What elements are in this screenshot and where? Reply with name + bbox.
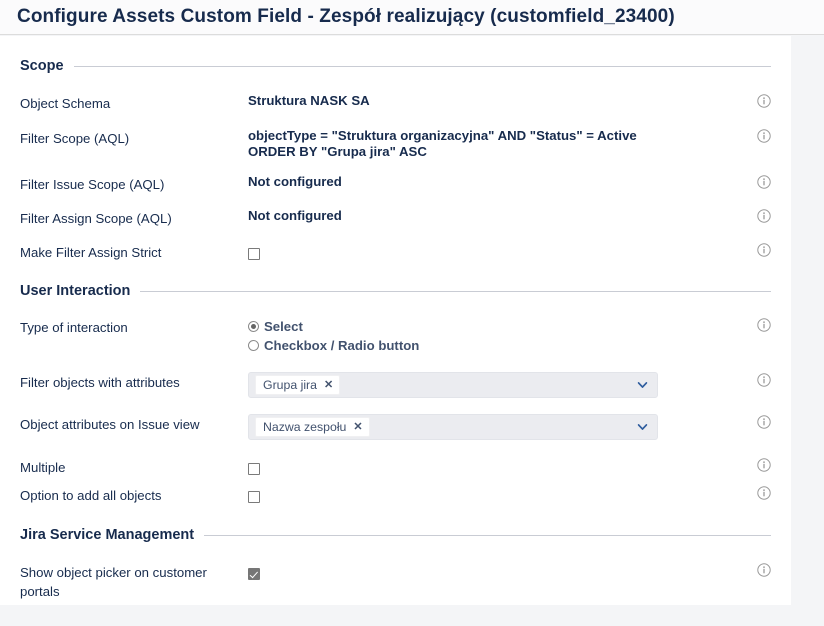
checkbox-show-object-picker[interactable] bbox=[248, 568, 260, 581]
section-header-scope: Scope bbox=[20, 58, 771, 74]
info-icon[interactable] bbox=[757, 209, 771, 223]
field-row-object-attributes-on-issue-view: Object attributes on Issue view Nazwa ze… bbox=[20, 414, 771, 440]
tag-label: Grupa jira bbox=[263, 378, 317, 392]
value-filter-issue-scope: Not configured bbox=[248, 174, 342, 189]
multiselect-object-attributes-on-issue-view[interactable]: Nazwa zespołu ✕ bbox=[248, 414, 658, 440]
section-title-jira-service-management: Jira Service Management bbox=[20, 527, 195, 543]
info-icon[interactable] bbox=[757, 373, 771, 387]
field-row-make-filter-assign-strict: Make Filter Assign Strict bbox=[20, 242, 771, 262]
label-filter-objects-with-attributes: Filter objects with attributes bbox=[20, 375, 180, 390]
tag-label: Nazwa zespołu bbox=[263, 420, 347, 434]
radio-label-checkbox-radio: Checkbox / Radio button bbox=[264, 338, 420, 353]
info-icon[interactable] bbox=[757, 175, 771, 189]
info-icon[interactable] bbox=[757, 415, 771, 429]
value-filter-scope: objectType = "Struktura organizacyjna" A… bbox=[248, 128, 637, 159]
info-icon[interactable] bbox=[757, 458, 771, 472]
section-title-scope: Scope bbox=[20, 58, 64, 74]
section-title-user-interaction: User Interaction bbox=[20, 283, 131, 299]
section-header-user-interaction: User Interaction bbox=[20, 283, 771, 299]
info-icon[interactable] bbox=[757, 94, 771, 108]
checkbox-option-to-add-all-objects[interactable] bbox=[248, 491, 260, 504]
page-title: Configure Assets Custom Field - Zespół r… bbox=[17, 6, 675, 27]
info-icon[interactable] bbox=[757, 486, 771, 500]
value-object-schema: Struktura NASK SA bbox=[248, 93, 370, 108]
section-divider-scope bbox=[73, 65, 771, 67]
checkbox-multiple[interactable] bbox=[248, 463, 260, 476]
multiselect-filter-objects-with-attributes[interactable]: Grupa jira ✕ bbox=[248, 372, 658, 398]
field-row-filter-objects-with-attributes: Filter objects with attributes Grupa jir… bbox=[20, 372, 771, 398]
field-row-option-to-add-all-objects: Option to add all objects bbox=[20, 485, 771, 505]
configure-assets-custom-field-page: Configure Assets Custom Field - Zespół r… bbox=[0, 0, 824, 626]
label-filter-scope: Filter Scope (AQL) bbox=[20, 131, 130, 146]
section-header-jira-service-management: Jira Service Management bbox=[20, 527, 771, 543]
info-icon[interactable] bbox=[757, 563, 771, 577]
value-filter-assign-scope: Not configured bbox=[248, 208, 342, 223]
section-divider-jira-service-management bbox=[204, 534, 771, 536]
radio-label-select: Select bbox=[264, 319, 303, 334]
info-icon[interactable] bbox=[757, 243, 771, 257]
radio-button-select[interactable] bbox=[248, 321, 259, 332]
label-filter-assign-scope: Filter Assign Scope (AQL) bbox=[20, 211, 172, 226]
field-row-filter-scope: Filter Scope (AQL) objectType = "Struktu… bbox=[20, 128, 771, 159]
chevron-down-icon[interactable] bbox=[637, 422, 648, 433]
label-multiple: Multiple bbox=[20, 460, 66, 475]
label-object-schema: Object Schema bbox=[20, 96, 111, 111]
radio-option-checkbox-radio[interactable]: Checkbox / Radio button bbox=[248, 336, 771, 355]
radio-button-checkbox-radio[interactable] bbox=[248, 340, 259, 351]
radio-group-type-of-interaction: Select Checkbox / Radio button bbox=[248, 317, 771, 355]
tag-remove-icon[interactable]: ✕ bbox=[353, 418, 362, 436]
radio-option-select[interactable]: Select bbox=[248, 317, 771, 336]
label-option-to-add-all-objects: Option to add all objects bbox=[20, 488, 162, 503]
field-row-object-schema: Object Schema Struktura NASK SA bbox=[20, 93, 771, 113]
field-row-show-object-picker: Show object picker on customer portals bbox=[20, 562, 771, 601]
info-icon[interactable] bbox=[757, 318, 771, 332]
field-row-type-of-interaction: Type of interaction Select Checkbox / Ra… bbox=[20, 317, 771, 355]
checkbox-make-filter-assign-strict[interactable] bbox=[248, 248, 260, 261]
chevron-down-icon[interactable] bbox=[637, 380, 648, 391]
label-type-of-interaction: Type of interaction bbox=[20, 320, 128, 335]
label-make-filter-assign-strict: Make Filter Assign Strict bbox=[20, 245, 162, 260]
field-row-multiple: Multiple bbox=[20, 457, 771, 477]
label-show-object-picker: Show object picker on customer portals bbox=[20, 565, 207, 599]
section-divider-user-interaction bbox=[140, 290, 771, 292]
window-title-bar: Configure Assets Custom Field - Zespół r… bbox=[0, 0, 824, 35]
tag-nazwa-zespolu[interactable]: Nazwa zespołu ✕ bbox=[255, 417, 370, 437]
content-panel: Scope Object Schema Struktura NASK SA Fi… bbox=[0, 36, 791, 605]
tag-remove-icon[interactable]: ✕ bbox=[324, 376, 333, 394]
tag-grupa-jira[interactable]: Grupa jira ✕ bbox=[255, 375, 341, 395]
label-object-attributes-on-issue-view: Object attributes on Issue view bbox=[20, 417, 200, 432]
info-icon[interactable] bbox=[757, 129, 771, 143]
field-row-filter-issue-scope: Filter Issue Scope (AQL) Not configured bbox=[20, 174, 771, 194]
field-row-filter-assign-scope: Filter Assign Scope (AQL) Not configured bbox=[20, 208, 771, 228]
label-filter-issue-scope: Filter Issue Scope (AQL) bbox=[20, 177, 165, 192]
